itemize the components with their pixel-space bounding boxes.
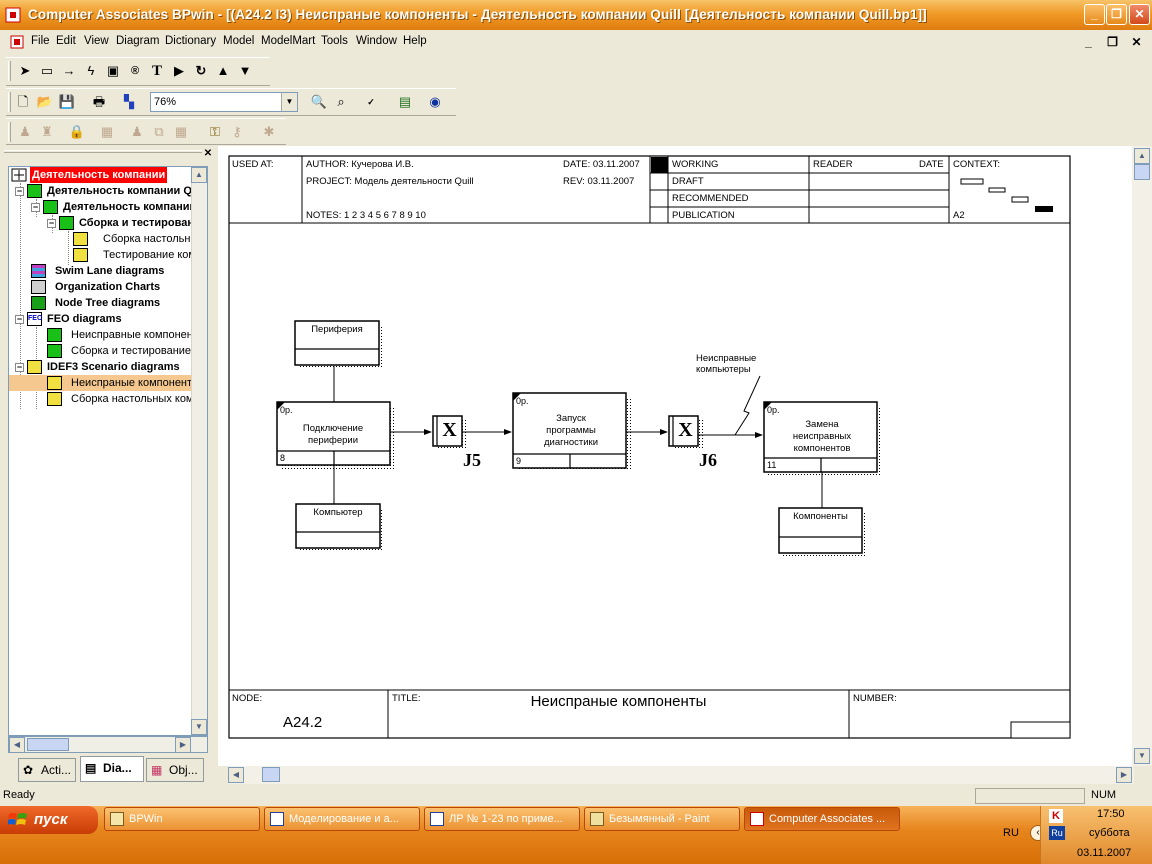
language-indicator[interactable]: RU — [1003, 827, 1019, 839]
diagram-hscrollbar[interactable]: ◀ ▶ — [228, 766, 1134, 784]
start-button[interactable]: пуск — [0, 806, 98, 834]
context-box — [960, 178, 984, 185]
context-box — [988, 187, 1006, 193]
scroll-left-icon[interactable]: ◀ — [228, 767, 244, 783]
referent-label: Компьютер — [313, 507, 363, 518]
node-value: A24.2 — [283, 714, 323, 731]
uob-label: Запуск программы диагностики — [544, 413, 598, 448]
scroll-thumb[interactable] — [1134, 164, 1150, 180]
status-draft: DRAFT — [672, 176, 704, 187]
start-label: пуск — [34, 811, 68, 828]
node-label: NODE: — [232, 693, 263, 704]
status-publication: PUBLICATION — [672, 210, 735, 221]
uob-tag: 0р. — [280, 405, 293, 415]
used-at-label: USED AT: — [232, 159, 274, 170]
junction-label: J6 — [699, 450, 717, 470]
junction-symbol: X — [678, 419, 693, 441]
status-recommended: RECOMMENDED — [672, 193, 749, 204]
antivirus-icon[interactable]: K — [1049, 809, 1063, 823]
rev-field: REV: 03.11.2007 — [563, 176, 635, 187]
project-field: PROJECT: Модель деятельности Quill — [306, 176, 474, 187]
scroll-down-icon[interactable]: ▼ — [1134, 748, 1150, 764]
keyboard-layout-icon[interactable]: Ru — [1049, 826, 1065, 840]
referent-label: Компоненты — [793, 511, 848, 522]
windows-logo-icon — [8, 813, 27, 825]
date-col-label: DATE — [919, 159, 944, 170]
uob-number: 11 — [767, 460, 777, 470]
system-tray: K Ru 17:50 суббота 03.11.2007 — [1040, 806, 1152, 864]
task-bpwin[interactable]: Computer Associates ... — [744, 807, 900, 831]
status-bar: Ready NUM — [0, 786, 1152, 806]
folder-icon — [110, 812, 124, 826]
diagram-title: Неиспраные компоненты — [530, 693, 707, 710]
bpwin-icon — [750, 812, 764, 826]
context-box — [1011, 196, 1029, 203]
uob-tag: 0р. — [516, 396, 529, 406]
junction-symbol: X — [442, 419, 457, 441]
scroll-up-icon[interactable]: ▲ — [1134, 148, 1150, 164]
status-working: WORKING — [672, 159, 719, 170]
clock-day: суббота — [1089, 827, 1130, 839]
junction-label: J5 — [463, 450, 481, 470]
referent-label: Периферия — [311, 324, 363, 335]
uob-tag: 0р. — [767, 405, 780, 415]
scroll-thumb[interactable] — [262, 767, 280, 782]
clock-date: 03.11.2007 — [1077, 847, 1132, 859]
uob-label: Подключение периферии — [302, 423, 364, 446]
diagram-vscrollbar[interactable]: ▲ ▼ — [1132, 146, 1152, 766]
uob-number: 8 — [280, 453, 286, 463]
context-label: CONTEXT: — [953, 159, 1000, 170]
uob-label: Замена неисправных компонентов — [792, 419, 852, 454]
word-icon — [270, 812, 284, 826]
task-word-2[interactable]: ЛР № 1-23 по приме... — [424, 807, 580, 831]
date-field: DATE: 03.11.2007 — [563, 159, 640, 170]
number-label: NUMBER: — [853, 693, 897, 704]
notes-field: NOTES: 1 2 3 4 5 6 7 8 9 10 — [306, 210, 426, 221]
task-word-1[interactable]: Моделирование и а... — [264, 807, 420, 831]
author-field: AUTHOR: Кучерова И.В. — [306, 159, 414, 170]
uob-number: 9 — [516, 456, 522, 466]
task-paint[interactable]: Безымянный - Paint — [584, 807, 740, 831]
word-icon — [430, 812, 444, 826]
task-bpwin-folder[interactable]: BPWin — [104, 807, 260, 831]
status-text: Ready — [3, 789, 35, 801]
scroll-right-icon[interactable]: ▶ — [1116, 767, 1132, 783]
clock-time: 17:50 — [1097, 808, 1125, 820]
arrow-note-label: Неисправные компьютеры — [696, 353, 757, 375]
reader-label: READER — [813, 159, 853, 170]
context-box-current — [1035, 206, 1053, 212]
context-node: A2 — [953, 210, 965, 221]
paint-icon — [590, 812, 604, 826]
num-lock-indicator: NUM — [1091, 789, 1117, 801]
